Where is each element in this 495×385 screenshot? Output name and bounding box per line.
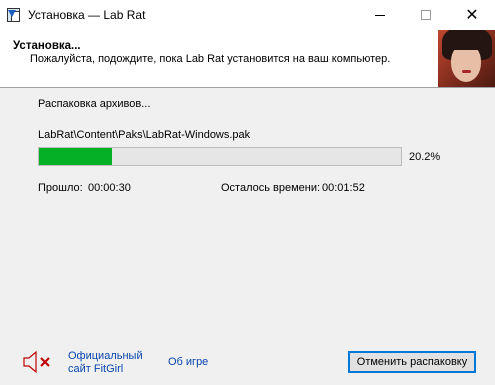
status-text: Распаковка архивов... [38,98,151,110]
title-bar: Установка — Lab Rat ✕ [0,0,495,30]
minimize-button[interactable] [357,0,403,30]
progress-bar-fill [39,148,113,165]
page-title: Установка... [13,40,81,52]
wizard-header: Установка... Пожалуйста, подождите, пока… [0,30,495,88]
portrait-image [438,30,495,87]
progress-percent: 20.2% [409,151,441,163]
window-title: Установка — Lab Rat [28,8,146,22]
elapsed-label: Прошло: [38,182,83,194]
mute-toggle[interactable] [20,347,54,377]
progress-bar [38,147,402,166]
remaining-label: Осталось времени: [221,182,321,194]
elapsed-value: 00:00:30 [88,182,131,194]
page-subtitle: Пожалуйста, подождите, пока Lab Rat уста… [30,53,391,65]
about-game-link[interactable]: Об игре [168,356,208,369]
cancel-unpack-button[interactable]: Отменить распаковку [348,351,476,373]
remaining-value: 00:01:52 [322,182,365,194]
installer-app-icon [6,7,22,23]
maximize-button[interactable] [403,0,449,30]
close-icon: ✕ [465,7,479,24]
current-file-path: LabRat\Content\Paks\LabRat-Windows.pak [38,129,251,141]
maximize-icon [421,10,431,20]
fitgirl-link-line2: сайт FitGirl [68,363,124,375]
fitgirl-link-line1: Официальный [68,350,143,362]
minimize-icon [375,14,385,16]
close-button[interactable]: ✕ [449,0,495,30]
fitgirl-site-link[interactable]: Официальный сайт FitGirl [68,350,143,376]
speaker-muted-icon [23,350,50,374]
